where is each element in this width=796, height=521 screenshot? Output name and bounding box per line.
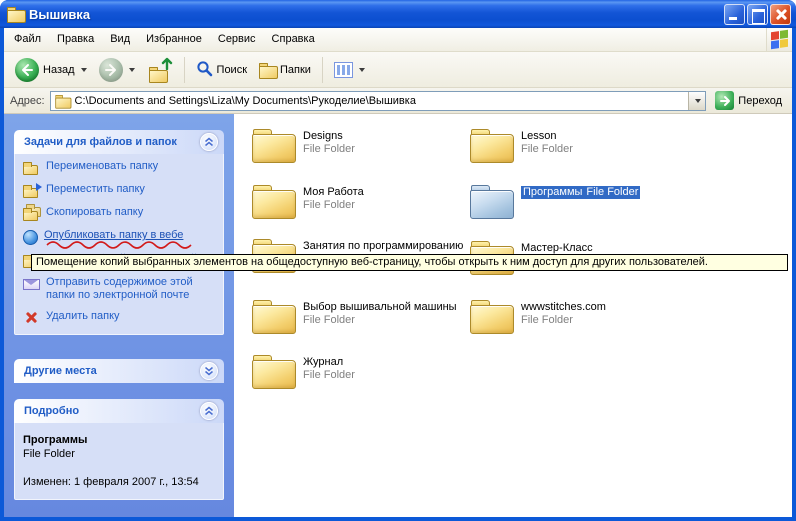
explorer-window: Вышивка Файл Правка Вид Избранное Сервис…: [0, 0, 796, 521]
views-icon: [334, 62, 353, 78]
task-publish-folder-web[interactable]: Опубликовать папку в вебе: [23, 229, 219, 245]
menu-bar: Файл Правка Вид Избранное Сервис Справка: [4, 28, 792, 52]
menu-view[interactable]: Вид: [102, 28, 138, 51]
menu-favorites[interactable]: Избранное: [138, 28, 210, 51]
back-button[interactable]: Назад: [10, 55, 92, 85]
address-path: C:\Documents and Settings\Liza\My Docume…: [75, 95, 685, 107]
search-icon: [196, 60, 213, 80]
details-header[interactable]: Подробно: [14, 399, 224, 423]
tasks-panel-body: Переименовать папку Переместить папку Ск…: [14, 154, 224, 335]
back-label: Назад: [43, 64, 75, 76]
file-item-wwwstitches[interactable]: wwwstitches.comFile Folder: [470, 299, 690, 335]
folder-icon: [252, 184, 296, 220]
file-folder-tasks-panel: Задачи для файлов и папок Переименовать …: [14, 130, 224, 335]
folder-icon: [470, 128, 514, 164]
go-arrow-icon: [715, 91, 734, 110]
up-button[interactable]: [142, 55, 178, 85]
folder-icon-selected: [470, 184, 514, 220]
task-delete-folder[interactable]: Удалить папку: [23, 310, 219, 325]
search-button[interactable]: Поиск: [191, 57, 252, 83]
address-input[interactable]: C:\Documents and Settings\Liza\My Docume…: [50, 91, 707, 111]
collapse-chevron-up-icon[interactable]: [200, 133, 218, 151]
tasks-panel-header[interactable]: Задачи для файлов и папок: [14, 130, 224, 154]
views-button[interactable]: [329, 59, 370, 81]
windows-logo: [766, 28, 792, 51]
address-folder-icon: [55, 95, 69, 107]
close-button[interactable]: [770, 4, 791, 25]
back-icon: [15, 58, 39, 82]
window-frame: Файл Правка Вид Избранное Сервис Справка…: [4, 28, 792, 517]
file-item-vybor-mashiny[interactable]: Выбор вышивальной машиныFile Folder: [252, 299, 472, 335]
copy-folder-icon: [23, 206, 40, 221]
main-area: Задачи для файлов и папок Переименовать …: [4, 114, 792, 517]
collapse-chevron-up-icon[interactable]: [200, 402, 218, 420]
file-list-view: DesignsFile Folder LessonFile Folder Моя…: [234, 114, 792, 517]
details-item-type: File Folder: [23, 447, 215, 461]
menu-tools[interactable]: Сервис: [210, 28, 264, 51]
tooltip-publish-folder: Помещение копий выбранных элементов на о…: [31, 254, 788, 271]
minimize-button[interactable]: [724, 4, 745, 25]
window-title: Вышивка: [29, 7, 719, 22]
other-places-panel: Другие места: [14, 359, 224, 383]
forward-dropdown-icon[interactable]: [129, 68, 135, 72]
red-underline-annotation: [45, 241, 195, 249]
expand-chevron-down-icon[interactable]: [200, 362, 218, 380]
address-dropdown-button[interactable]: [688, 92, 705, 110]
rename-folder-icon: [23, 160, 40, 175]
menu-edit[interactable]: Правка: [49, 28, 102, 51]
folders-button[interactable]: Папки: [254, 60, 316, 80]
file-item-zhurnal[interactable]: ЖурналFile Folder: [252, 354, 472, 390]
folder-icon: [470, 299, 514, 335]
toolbar-separator: [322, 57, 323, 83]
email-icon: [23, 276, 40, 291]
go-label: Переход: [738, 95, 782, 107]
details-item-name: Программы: [23, 433, 215, 447]
window-folder-icon: [7, 7, 24, 21]
folder-icon: [252, 299, 296, 335]
address-bar: Адрес: C:\Documents and Settings\Liza\My…: [4, 88, 792, 114]
maximize-button[interactable]: [747, 4, 768, 25]
address-label: Адрес:: [10, 95, 45, 107]
details-modified: Изменен: 1 февраля 2007 г., 13:54: [23, 475, 215, 489]
menu-file[interactable]: Файл: [6, 28, 49, 51]
task-rename-folder[interactable]: Переименовать папку: [23, 160, 219, 175]
move-folder-icon: [23, 183, 40, 198]
file-item-moya-rabota[interactable]: Моя РаботаFile Folder: [252, 184, 472, 220]
go-button[interactable]: Переход: [711, 91, 786, 110]
back-dropdown-icon[interactable]: [81, 68, 87, 72]
folder-icon: [252, 354, 296, 390]
file-item-designs[interactable]: DesignsFile Folder: [252, 128, 472, 164]
folders-icon: [259, 63, 276, 77]
file-item-programmy-selected[interactable]: ПрограммыFile Folder: [470, 184, 690, 220]
forward-button[interactable]: [94, 55, 140, 85]
task-email-folder[interactable]: Отправить содержимое этой папки по элект…: [23, 276, 219, 302]
tasks-panel-title: Задачи для файлов и папок: [24, 136, 177, 148]
windows-flag-icon: [771, 30, 788, 49]
details-title: Подробно: [24, 405, 79, 417]
menu-help[interactable]: Справка: [264, 28, 323, 51]
delete-icon: [23, 310, 40, 325]
publish-web-icon: [23, 230, 38, 245]
search-label: Поиск: [217, 64, 247, 76]
task-move-folder[interactable]: Переместить папку: [23, 183, 219, 198]
folders-label: Папки: [280, 64, 311, 76]
details-panel: Подробно Программы File Folder Изменен: …: [14, 399, 224, 500]
forward-icon: [99, 58, 123, 82]
other-places-header[interactable]: Другие места: [14, 359, 224, 383]
task-copy-folder[interactable]: Скопировать папку: [23, 206, 219, 221]
file-item-lesson[interactable]: LessonFile Folder: [470, 128, 690, 164]
title-bar: Вышивка: [0, 0, 796, 28]
task-pane: Задачи для файлов и папок Переименовать …: [4, 114, 234, 517]
folder-up-icon: [147, 58, 173, 82]
standard-toolbar: Назад Поиск: [4, 52, 792, 88]
folder-icon: [252, 128, 296, 164]
toolbar-separator: [184, 57, 185, 83]
views-dropdown-icon[interactable]: [359, 68, 365, 72]
window-controls: [724, 4, 791, 25]
other-places-title: Другие места: [24, 365, 97, 377]
details-body: Программы File Folder Изменен: 1 февраля…: [14, 423, 224, 500]
